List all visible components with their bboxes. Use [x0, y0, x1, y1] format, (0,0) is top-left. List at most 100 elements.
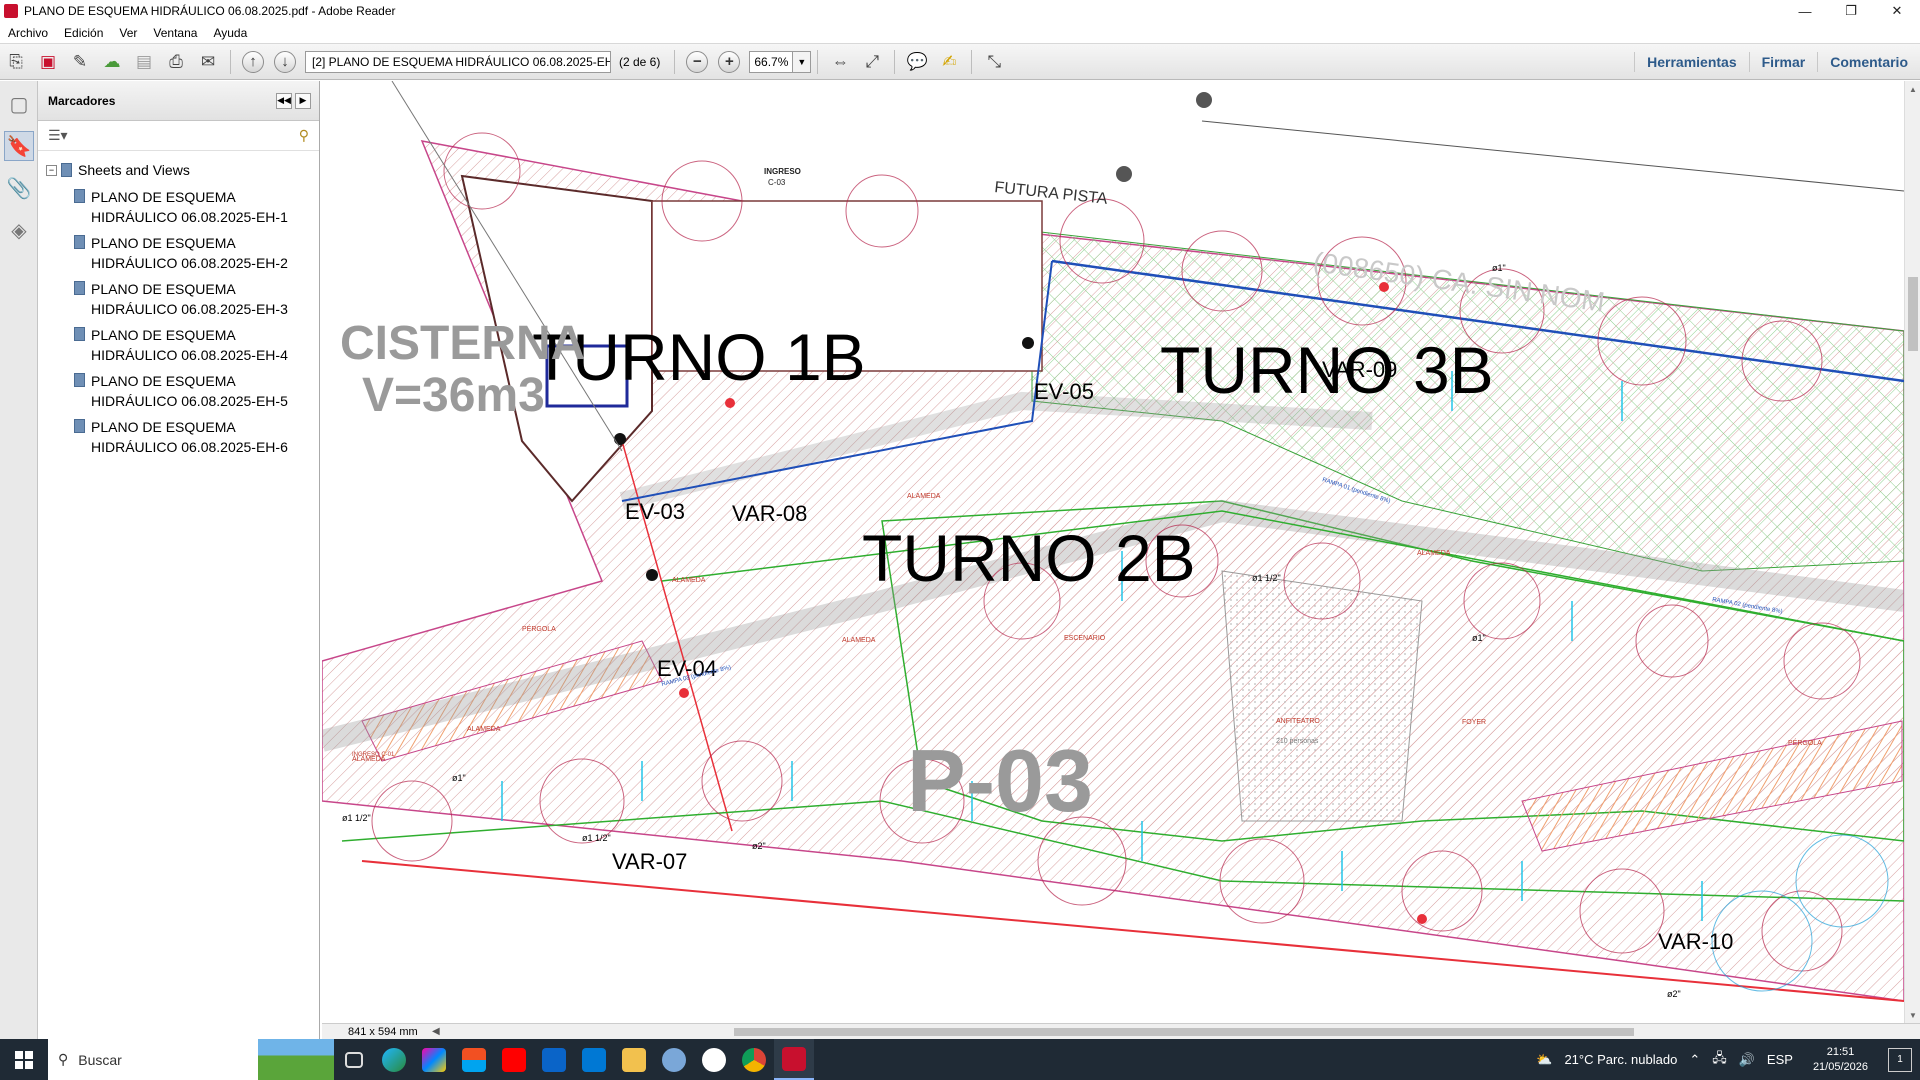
bookmark-item[interactable]: PLANO DE ESQUEMA HIDRÁULICO 06.08.2025-E… [74, 417, 319, 457]
horizontal-scroll-thumb[interactable] [733, 1027, 1634, 1036]
edit-pdf-icon[interactable]: ✎ [67, 49, 93, 75]
network-icon[interactable]: 🖧 [1712, 1049, 1727, 1071]
zoom-out-button[interactable]: − [686, 50, 709, 73]
panel-controls: ◀◀ ▶ [273, 92, 311, 109]
weather-icon[interactable]: ⛅ [1536, 1052, 1552, 1068]
chevron-up-icon[interactable]: ⌃ [1689, 1052, 1700, 1068]
bookmark-item[interactable]: PLANO DE ESQUEMA HIDRÁULICO 06.08.2025-E… [74, 233, 319, 273]
vertical-scrollbar[interactable]: ▲ ▼ [1904, 81, 1920, 1023]
menu-ayuda[interactable]: Ayuda [205, 26, 255, 40]
bookmark-label: PLANO DE ESQUEMA HIDRÁULICO 06.08.2025-E… [91, 189, 288, 225]
edge-icon[interactable] [374, 1039, 414, 1080]
bookmark-item[interactable]: PLANO DE ESQUEMA HIDRÁULICO 06.08.2025-E… [74, 371, 319, 411]
tool-app-icon[interactable] [654, 1039, 694, 1080]
bookmark-item[interactable]: PLANO DE ESQUEMA HIDRÁULICO 06.08.2025-E… [74, 325, 319, 365]
weather-text[interactable]: 21°C Parc. nublado [1564, 1052, 1677, 1067]
zoom-dropdown-icon[interactable]: ▼ [793, 50, 812, 73]
clock[interactable]: 21:51 21/05/2026 [1813, 1045, 1868, 1075]
cistern-volume: V=36m3 [362, 369, 545, 422]
widgets-image[interactable] [258, 1039, 334, 1080]
taskbar-search[interactable]: ⚲ Buscar [48, 1039, 258, 1080]
bookmark-root[interactable]: − Sheets and Views [46, 159, 319, 181]
pipe-size-label: ø1 1/2" [342, 813, 371, 823]
previous-page-button[interactable]: ↑ [242, 50, 264, 73]
page-thumbnails-icon[interactable]: ▢ [4, 89, 34, 119]
taskbar: ⚲ Buscar ⛅ 21°C Parc. nublado ⌃ 🖧 🔊 ESP … [0, 1039, 1920, 1080]
scroll-thumb[interactable] [1908, 277, 1918, 351]
document-view[interactable]: TURNO 1B TURNO 3B TURNO 2B CISTERNA V=36… [322, 81, 1904, 1023]
window-controls: — ❐ ✕ [1782, 0, 1920, 22]
options-dropdown-icon[interactable]: ☰▾ [48, 127, 68, 144]
fit-width-icon[interactable]: ⤢ [859, 49, 885, 75]
bookmarks-title: Marcadores [48, 93, 116, 108]
page-number-input[interactable]: [2] PLANO DE ESQUEMA HIDRÁULICO 06.08.20… [305, 50, 611, 73]
create-pdf-icon[interactable]: ⎘ [3, 49, 29, 75]
minimize-button[interactable]: — [1782, 0, 1828, 22]
bookmark-item[interactable]: PLANO DE ESQUEMA HIDRÁULICO 06.08.2025-E… [74, 187, 319, 227]
start-button[interactable] [0, 1039, 48, 1080]
highlight-icon[interactable]: ✍ [936, 49, 962, 75]
attachments-icon[interactable]: 📎 [4, 173, 34, 203]
media-app-icon[interactable] [694, 1039, 734, 1080]
save-icon[interactable]: ▤ [131, 49, 157, 75]
print-icon[interactable]: ⎙ [163, 49, 189, 75]
collapse-icon[interactable]: − [46, 164, 57, 176]
bookmark-icon [74, 327, 85, 341]
export-pdf-icon[interactable]: ▣ [35, 49, 61, 75]
scroll-left-icon[interactable]: ◀ [432, 1026, 440, 1037]
restore-button[interactable]: ❐ [1828, 0, 1874, 22]
navigation-rail: ▢ 🔖 📎 ◈ [0, 81, 38, 1039]
area-label: PÉRGOLA [1788, 738, 1822, 747]
email-icon[interactable]: ✉ [195, 49, 221, 75]
toolbar: ⎘ ▣ ✎ ☁ ▤ ⎙ ✉ ↑ ↓ [2] PLANO DE ESQUEMA H… [0, 44, 1920, 80]
clock-date: 21/05/2026 [1812, 1060, 1868, 1073]
pipe-size-label: ø2" [1667, 989, 1681, 999]
bookmark-item[interactable]: PLANO DE ESQUEMA HIDRÁULICO 06.08.2025-E… [74, 279, 319, 319]
find-bookmark-icon[interactable]: ⚲ [299, 127, 309, 144]
notifications-icon[interactable]: 1 [1888, 1047, 1912, 1072]
language-indicator[interactable]: ESP [1767, 1052, 1793, 1067]
bookmarks-header: Marcadores ◀◀ ▶ [38, 81, 319, 121]
scroll-down-icon[interactable]: ▼ [1905, 1007, 1920, 1023]
copilot-icon[interactable] [414, 1039, 454, 1080]
zoom-input[interactable]: 66.7% [749, 50, 794, 73]
menu-archivo[interactable]: Archivo [0, 26, 56, 40]
comentario-button[interactable]: Comentario [1817, 51, 1920, 72]
horizontal-scrollbar[interactable] [444, 1026, 1920, 1038]
area-label: ALAMEDA [672, 577, 706, 584]
full-screen-icon[interactable]: ⤡ [981, 49, 1007, 75]
panel-menu-icon[interactable]: ▶ [295, 92, 311, 109]
outlook-icon[interactable] [574, 1039, 614, 1080]
mail-icon[interactable] [534, 1039, 574, 1080]
system-tray: ⛅ 21°C Parc. nublado ⌃ 🖧 🔊 ESP 21:51 21/… [1536, 1045, 1920, 1075]
bookmark-icon [61, 163, 72, 177]
next-page-button[interactable]: ↓ [274, 50, 296, 73]
cloud-upload-icon[interactable]: ☁ [99, 49, 125, 75]
youtube-icon[interactable] [494, 1039, 534, 1080]
layers-icon[interactable]: ◈ [4, 215, 34, 245]
window-title: PLANO DE ESQUEMA HIDRÁULICO 06.08.2025.p… [24, 4, 396, 18]
firmar-button[interactable]: Firmar [1748, 51, 1818, 72]
bookmark-icon [74, 373, 85, 387]
menu-ventana[interactable]: Ventana [145, 26, 205, 40]
volume-icon[interactable]: 🔊 [1739, 1052, 1755, 1068]
comment-icon[interactable]: 💬 [904, 49, 930, 75]
collapse-panel-icon[interactable]: ◀◀ [276, 92, 292, 109]
menu-edicion[interactable]: Edición [56, 26, 111, 40]
page-count: (2 de 6) [619, 54, 661, 69]
herramientas-button[interactable]: Herramientas [1634, 51, 1749, 72]
task-view-icon[interactable] [334, 1039, 374, 1080]
area-label: ALAMEDA [467, 726, 501, 733]
scroll-up-icon[interactable]: ▲ [1905, 81, 1920, 97]
menu-ver[interactable]: Ver [111, 26, 145, 40]
close-button[interactable]: ✕ [1874, 0, 1920, 22]
hydraulic-plan-drawing: TURNO 1B TURNO 3B TURNO 2B CISTERNA V=36… [322, 81, 1904, 1002]
adobe-reader-icon[interactable] [774, 1039, 814, 1080]
zoom-in-button[interactable]: + [718, 50, 741, 73]
chrome-icon[interactable] [734, 1039, 774, 1080]
file-explorer-icon[interactable] [614, 1039, 654, 1080]
area-label: ALAMEDA [842, 637, 876, 644]
bookmarks-icon[interactable]: 🔖 [4, 131, 34, 161]
store-icon[interactable] [454, 1039, 494, 1080]
fit-page-icon[interactable]: ⇔ [827, 49, 853, 75]
